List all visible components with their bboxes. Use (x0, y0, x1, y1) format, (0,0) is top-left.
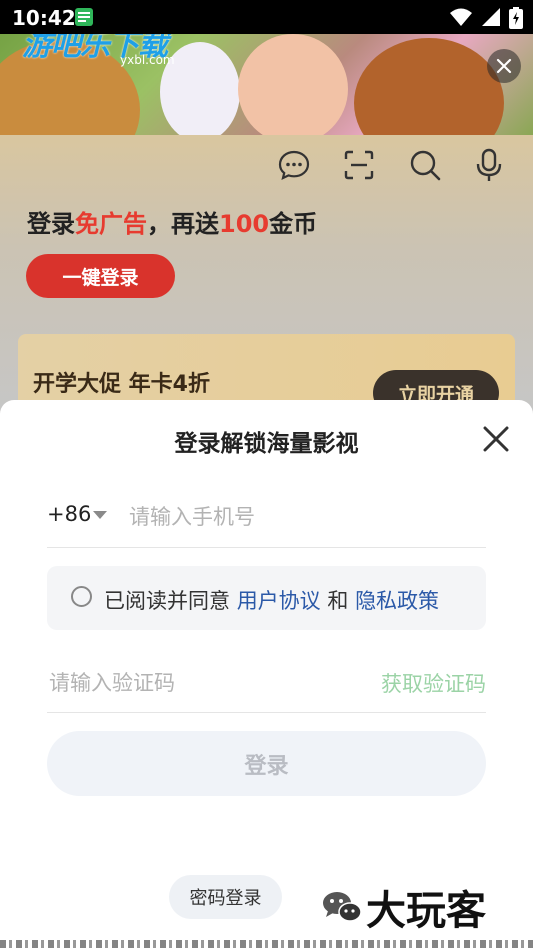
wechat-icon (323, 892, 362, 922)
agreement-box: 已阅读并同意 用户协议 和 隐私政策 (47, 566, 486, 630)
promo-prefix: 登录 (27, 210, 75, 238)
promo-middle: ，再送 (147, 210, 219, 238)
privacy-policy-link[interactable]: 隐私政策 (355, 589, 439, 613)
promo-highlight-ad-free: 免广告 (75, 210, 147, 238)
close-icon (496, 58, 512, 74)
bottom-strip (0, 940, 533, 948)
one-click-login-button[interactable]: 一键登录 (26, 254, 175, 298)
wifi-icon (450, 8, 472, 26)
chevron-down-icon[interactable] (93, 511, 107, 519)
battery-icon (509, 7, 523, 29)
promo-suffix: 金币 (269, 210, 318, 238)
agreement-and: 和 (327, 589, 349, 613)
get-code-button[interactable]: 获取验证码 (381, 668, 486, 698)
brand-text: 大玩客 (366, 887, 486, 934)
user-agreement-link[interactable]: 用户协议 (237, 589, 321, 613)
scan-icon[interactable] (342, 148, 376, 182)
status-bar: 10:42 (0, 0, 533, 34)
promo-highlight-coins: 100 (219, 210, 270, 238)
country-code-selector[interactable]: +86 (47, 502, 91, 526)
notification-icon (75, 8, 93, 26)
phone-row: +86 (47, 496, 486, 548)
close-icon[interactable] (481, 424, 511, 454)
agreement-text: 已阅读并同意 用户协议 和 隐私政策 (104, 585, 439, 615)
login-submit-button[interactable]: 登录 (47, 731, 486, 796)
promo-title: 登录免广告，再送100金币 (27, 204, 317, 239)
code-row: 获取验证码 (47, 658, 486, 713)
agreement-prefix: 已阅读并同意 (104, 589, 230, 613)
watermark-sub: yxbl.com (120, 53, 175, 67)
banner-close-button[interactable] (487, 49, 521, 83)
password-login-button[interactable]: 密码登录 (169, 875, 282, 919)
vip-title: 开学大促 年卡4折 (33, 372, 210, 397)
mic-icon[interactable] (472, 148, 506, 182)
banner-character-brown-bear (354, 38, 504, 135)
message-icon[interactable] (277, 148, 311, 182)
sheet-title: 登录解锁海量影视 (174, 431, 359, 457)
signal-icon (482, 8, 500, 26)
search-icon[interactable] (408, 148, 442, 182)
brand-watermark: 大玩客 (322, 878, 486, 936)
banner-character-boy (238, 34, 348, 135)
verification-code-input[interactable] (47, 662, 341, 704)
login-sheet: 登录解锁海量影视 +86 已阅读并同意 用户协议 和 隐私政策 获取验证码 登录… (0, 400, 533, 948)
phone-input[interactable] (127, 496, 481, 538)
agreement-radio[interactable] (71, 586, 92, 607)
status-time: 10:42 (12, 6, 76, 30)
